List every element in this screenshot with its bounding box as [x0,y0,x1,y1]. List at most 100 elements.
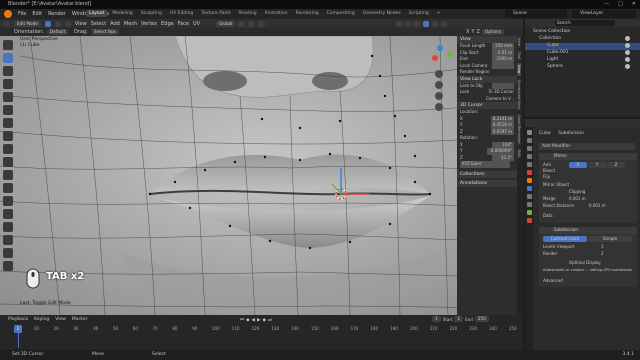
xray-icon[interactable] [405,20,411,27]
start-frame-field[interactable]: 1 [454,316,464,322]
view-section-header[interactable]: View [457,36,517,43]
scene-selector[interactable]: Scene [505,10,567,18]
focal-length-field[interactable]: 250 mm [492,43,514,50]
play-reverse-icon[interactable]: ◀ [252,318,255,323]
menu-face[interactable]: Face [178,21,189,27]
output-props-icon[interactable] [526,146,532,151]
rotate-tool-icon[interactable] [3,92,13,102]
local-camera-field[interactable] [492,62,514,69]
timeline-menu-playback[interactable]: Playback [8,317,28,322]
shading-wire-icon[interactable] [414,20,420,27]
add-workspace-button[interactable]: + [434,10,444,17]
tab-animation[interactable]: Animation [262,10,291,17]
eye-icon[interactable] [625,57,630,62]
pan-icon[interactable] [435,81,443,89]
annotate-tool-icon[interactable] [3,131,13,141]
tab-edit[interactable]: Edit [517,147,521,159]
tab-quad-remesher[interactable]: Quad Remesher [517,113,521,146]
prev-key-icon[interactable]: ◆ [246,318,249,323]
editor-type-icon[interactable] [3,20,10,27]
view-layer-selector[interactable]: ViewLayer [572,10,636,18]
tab-sculpting[interactable]: Sculpting [138,10,165,17]
rotation-mode-dropdown[interactable]: XYZ Euler [460,161,510,168]
material-props-icon[interactable] [526,218,532,223]
menu-edit[interactable]: Edit [32,11,42,17]
cursor-z-field[interactable]: 0.6597 m [490,128,514,135]
next-key-icon[interactable]: ◆ [262,318,265,323]
tab-layout[interactable]: Layout [86,10,108,17]
subdivision-modifier-name[interactable]: Subdivision [551,227,581,232]
tweak-tool-icon[interactable] [3,40,13,50]
eye-icon[interactable] [625,36,630,41]
timeline-menu-marker[interactable]: Marker [72,317,88,322]
simple-button[interactable]: Simple [588,236,632,242]
tab-shading[interactable]: Shading [235,10,259,17]
advanced-subpanel[interactable]: Advanced [543,278,563,283]
eye-icon[interactable] [625,43,630,48]
knife-tool-icon[interactable] [3,222,13,232]
menu-view[interactable]: View [75,21,87,27]
jump-start-icon[interactable]: ⏮ [240,317,244,323]
timeline-menu-view[interactable]: View [55,317,66,322]
tab-rendering[interactable]: Rendering [293,10,322,17]
smooth-tool-icon[interactable] [3,261,13,271]
maximize-button[interactable]: □ [618,1,623,7]
close-button[interactable]: ✕ [632,1,636,7]
optimal-display-checkbox[interactable]: Optimal Display [569,260,601,265]
menu-mesh[interactable]: Mesh [124,21,137,27]
tab-geometry-nodes[interactable]: Geometry Nodes [360,10,404,17]
physics-props-icon[interactable] [526,202,532,207]
catmull-clark-button[interactable]: Catmull-Clark [543,236,587,242]
view-lock-header[interactable]: View Lock [457,75,517,83]
move-tool-icon[interactable] [3,79,13,89]
tab-uv-editing[interactable]: UV Editing [167,10,196,17]
tab-scripting[interactable]: Scripting [406,10,432,17]
spin-tool-icon[interactable] [3,248,13,258]
particles-props-icon[interactable] [526,194,532,199]
outliner-item-cube-001[interactable]: Cube.001 [547,50,569,55]
tool-props-icon[interactable] [526,130,532,135]
tab-item[interactable]: Item [517,36,521,49]
bisect-distance-field[interactable]: 0.001 m [589,203,606,208]
drag-dropdown[interactable]: Select Box [90,29,119,35]
scene-collection[interactable]: Scene Collection [533,29,570,34]
3d-viewport[interactable]: User Perspective (1) Cube TAB x2 Last: T… [0,36,523,315]
shading-rendered-icon[interactable] [441,20,447,27]
playhead[interactable]: 1 [14,325,22,333]
scene-props-icon[interactable] [526,162,532,167]
extrude-tool-icon[interactable] [3,170,13,180]
play-icon[interactable]: ▶ [257,318,260,323]
render-props-icon[interactable] [526,138,532,143]
menu-select[interactable]: Select [91,21,106,27]
camera-view-icon[interactable] [435,92,443,100]
transform-tool-icon[interactable] [3,118,13,128]
mirror-modifier-name[interactable]: Mirror [551,153,570,158]
world-props-icon[interactable] [526,170,532,175]
menu-vertex[interactable]: Vertex [141,21,157,27]
vertex-select-icon[interactable] [44,20,51,27]
menu-add[interactable]: Add [110,21,120,27]
camera-to-view-checkbox[interactable]: Camera to V... [486,96,514,103]
mirror-axis-z[interactable]: Z [607,162,625,168]
tab-texture-paint[interactable]: Texture Paint [198,10,233,17]
axis-x-toggle[interactable]: X [466,29,469,35]
face-select-icon[interactable] [64,20,71,27]
outliner-item-cube[interactable]: Cube [547,43,559,48]
zoom-icon[interactable] [435,70,443,78]
axis-z-toggle[interactable]: Z [477,29,480,35]
minimize-button[interactable]: — [604,1,609,7]
annotations-header[interactable]: Annotations [457,179,517,187]
proportional-edit-icon[interactable] [258,20,266,27]
object-props-icon[interactable] [526,178,532,183]
add-cube-tool-icon[interactable] [3,157,13,167]
last-operation[interactable]: Last: Toggle Edit Mode [20,301,71,306]
orientation-dropdown[interactable]: Default [46,29,69,35]
menu-render[interactable]: Render [48,11,66,17]
inset-tool-icon[interactable] [3,183,13,193]
outliner-item-light[interactable]: Light [547,57,558,62]
loop-cut-tool-icon[interactable] [3,209,13,219]
tab-compositing[interactable]: Compositing [324,10,358,17]
tab-tool[interactable]: Tool [517,50,521,62]
eye-icon[interactable] [625,50,630,55]
cursor-y-field[interactable]: 0.4518 m [490,122,514,129]
